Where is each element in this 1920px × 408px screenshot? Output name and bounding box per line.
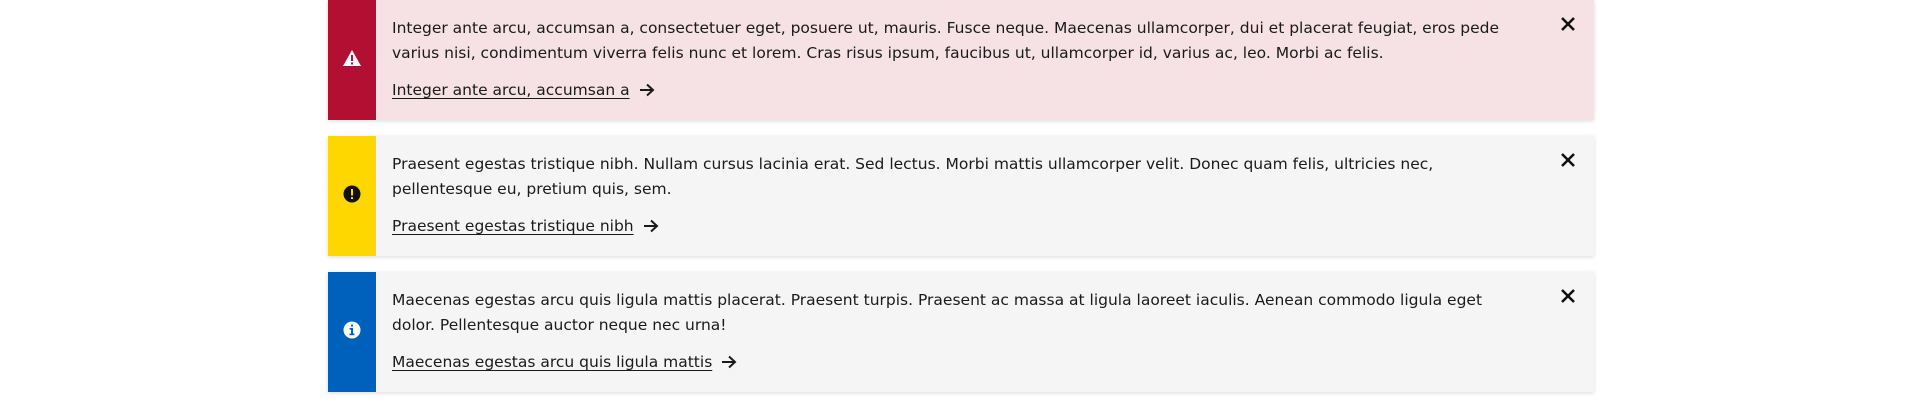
alert-warning: Praesent egestas tristique nibh. Nullam …: [328, 136, 1594, 256]
alert-message: Integer ante arcu, accumsan a, consectet…: [392, 19, 1499, 62]
close-icon: [1560, 152, 1576, 172]
arrow-right-icon: [643, 219, 659, 233]
alert-body: Praesent egestas tristique nibh. Nullam …: [376, 136, 1594, 256]
alert-band-info: [328, 272, 376, 392]
arrow-right-icon: [721, 355, 737, 369]
close-icon: [1560, 16, 1576, 36]
alert-link-label: Integer ante arcu, accumsan a: [392, 81, 630, 99]
alert-band-error: [328, 0, 376, 120]
alert-link[interactable]: Integer ante arcu, accumsan a: [392, 81, 655, 99]
close-button[interactable]: [1556, 286, 1580, 310]
close-icon: [1560, 288, 1576, 308]
alert-link[interactable]: Maecenas egestas arcu quis ligula mattis: [392, 353, 737, 371]
close-button[interactable]: [1556, 150, 1580, 174]
info-circle-icon: [343, 321, 361, 343]
alert-info: Maecenas egestas arcu quis ligula mattis…: [328, 272, 1594, 392]
warning-triangle-icon: [342, 49, 362, 71]
arrow-right-icon: [639, 83, 655, 97]
close-button[interactable]: [1556, 14, 1580, 38]
alert-message: Praesent egestas tristique nibh. Nullam …: [392, 155, 1434, 198]
alert-body: Integer ante arcu, accumsan a, consectet…: [376, 0, 1594, 120]
alert-band-warning: [328, 136, 376, 256]
alert-message: Maecenas egestas arcu quis ligula mattis…: [392, 291, 1483, 334]
alert-error: Integer ante arcu, accumsan a, consectet…: [328, 0, 1594, 120]
alert-list: Integer ante arcu, accumsan a, consectet…: [328, 0, 1594, 408]
alert-link[interactable]: Praesent egestas tristique nibh: [392, 217, 659, 235]
alert-body: Maecenas egestas arcu quis ligula mattis…: [376, 272, 1594, 392]
alert-link-label: Praesent egestas tristique nibh: [392, 217, 634, 235]
alert-link-label: Maecenas egestas arcu quis ligula mattis: [392, 353, 713, 371]
exclamation-circle-icon: [343, 185, 361, 207]
